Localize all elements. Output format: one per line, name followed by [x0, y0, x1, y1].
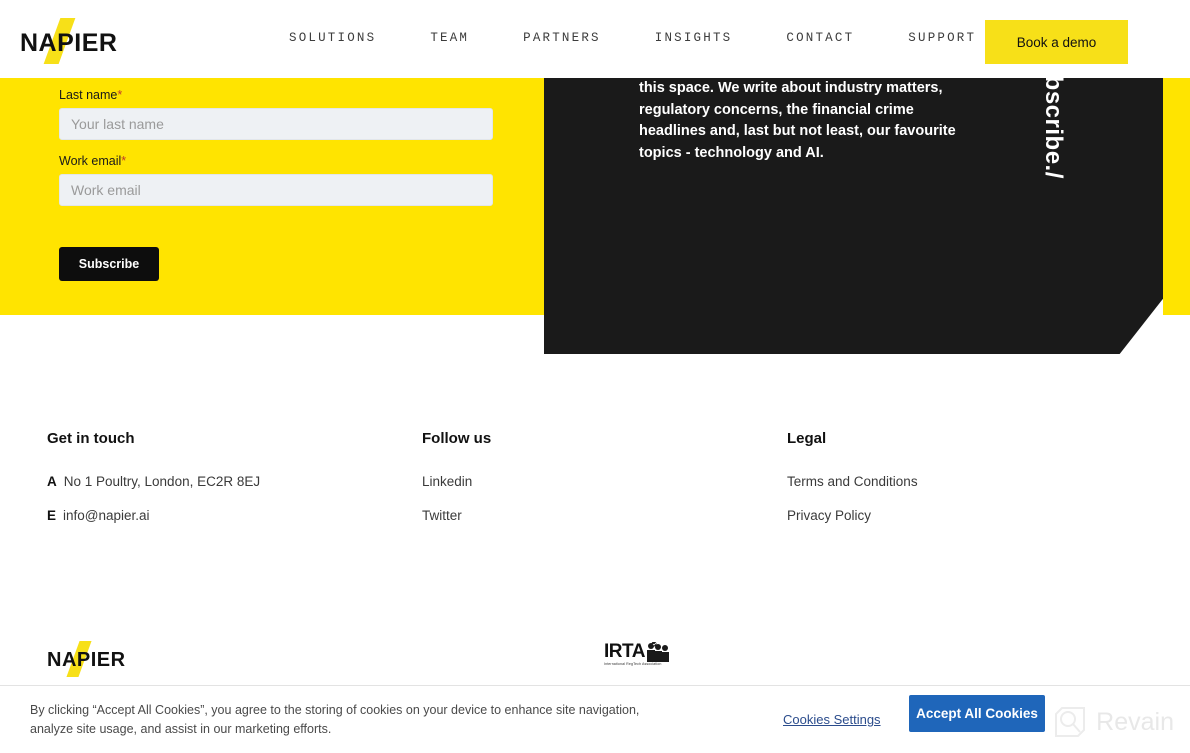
cookies-settings-link[interactable]: Cookies Settings: [783, 712, 881, 727]
cookie-message: By clicking “Accept All Cookies”, you ag…: [30, 703, 640, 736]
follow-us-heading: Follow us: [422, 430, 492, 447]
footer-logo-wordmark: NAPIER: [47, 649, 126, 671]
last-name-label: Last name*: [59, 88, 493, 102]
nav-item-insights[interactable]: INSIGHTS: [628, 31, 760, 45]
footer-napier-logo[interactable]: NAPIER: [47, 641, 167, 677]
footer-column-legal: Legal Terms and Conditions Privacy Polic…: [787, 430, 918, 542]
promo-panel: this space. We write about industry matt…: [544, 78, 1163, 354]
legal-heading: Legal: [787, 430, 827, 447]
site-header: NAPIER SOLUTIONS TEAM PARTNERS INSIGHTS …: [0, 0, 1190, 78]
footer-link-terms-and-conditions[interactable]: Terms and Conditions: [787, 474, 918, 489]
email-prefix: E: [47, 508, 57, 523]
subscribe-form: Last name* Work email* Subscribe: [59, 88, 493, 281]
address-value: No 1 Poultry, London, EC2R 8EJ: [63, 474, 261, 489]
get-in-touch-heading: Get in touch: [47, 430, 135, 447]
address-prefix: A: [47, 474, 57, 489]
last-name-input[interactable]: [59, 108, 493, 140]
yellow-accent-strip: [1163, 78, 1190, 315]
revain-watermark: Revain: [1053, 705, 1174, 739]
footer-badge-strip: NAPIER IRTA International RegTech Associ…: [0, 636, 1190, 684]
work-email-label-text: Work email: [59, 154, 122, 168]
nav-item-solutions[interactable]: SOLUTIONS: [262, 31, 403, 45]
revain-watermark-text: Revain: [1096, 707, 1174, 736]
accept-all-cookies-button[interactable]: Accept All Cookies: [909, 695, 1045, 732]
irta-badge: IRTA International RegTech Association: [604, 642, 669, 676]
logo-wordmark: NAPIER: [20, 29, 118, 57]
subscribe-button[interactable]: Subscribe: [59, 247, 159, 281]
irta-people-icon: [647, 642, 669, 662]
book-a-demo-button[interactable]: Book a demo: [985, 20, 1128, 64]
revain-logo-icon: [1055, 707, 1086, 737]
email-value[interactable]: info@napier.ai: [63, 508, 150, 523]
nav-item-contact[interactable]: CONTACT: [759, 31, 881, 45]
irta-subtitle: International RegTech Association: [604, 662, 662, 666]
footer-link-linkedin[interactable]: Linkedin: [422, 474, 491, 489]
required-asterisk: *: [121, 154, 127, 168]
footer-email: E info@napier.ai: [47, 508, 260, 523]
work-email-field-group: Work email*: [59, 154, 493, 206]
work-email-label: Work email*: [59, 154, 493, 168]
main-navigation: SOLUTIONS TEAM PARTNERS INSIGHTS CONTACT…: [262, 31, 1003, 45]
last-name-label-text: Last name: [59, 88, 118, 102]
footer-link-privacy-policy[interactable]: Privacy Policy: [787, 508, 918, 523]
footer-link-twitter[interactable]: Twitter: [422, 508, 491, 523]
last-name-field-group: Last name*: [59, 88, 493, 140]
footer-column-get-in-touch: Get in touch A No 1 Poultry, London, EC2…: [47, 430, 260, 542]
nav-item-team[interactable]: TEAM: [403, 31, 496, 45]
required-asterisk: *: [117, 88, 123, 102]
work-email-input[interactable]: [59, 174, 493, 206]
promo-panel-body: this space. We write about industry matt…: [639, 80, 956, 161]
napier-logo[interactable]: NAPIER: [20, 18, 170, 64]
nav-item-partners[interactable]: PARTNERS: [496, 31, 628, 45]
page-root: NAPIER SOLUTIONS TEAM PARTNERS INSIGHTS …: [0, 0, 1190, 753]
footer-column-follow-us: Follow us Linkedin Twitter: [422, 430, 491, 542]
footer-address: A No 1 Poultry, London, EC2R 8EJ: [47, 474, 260, 489]
